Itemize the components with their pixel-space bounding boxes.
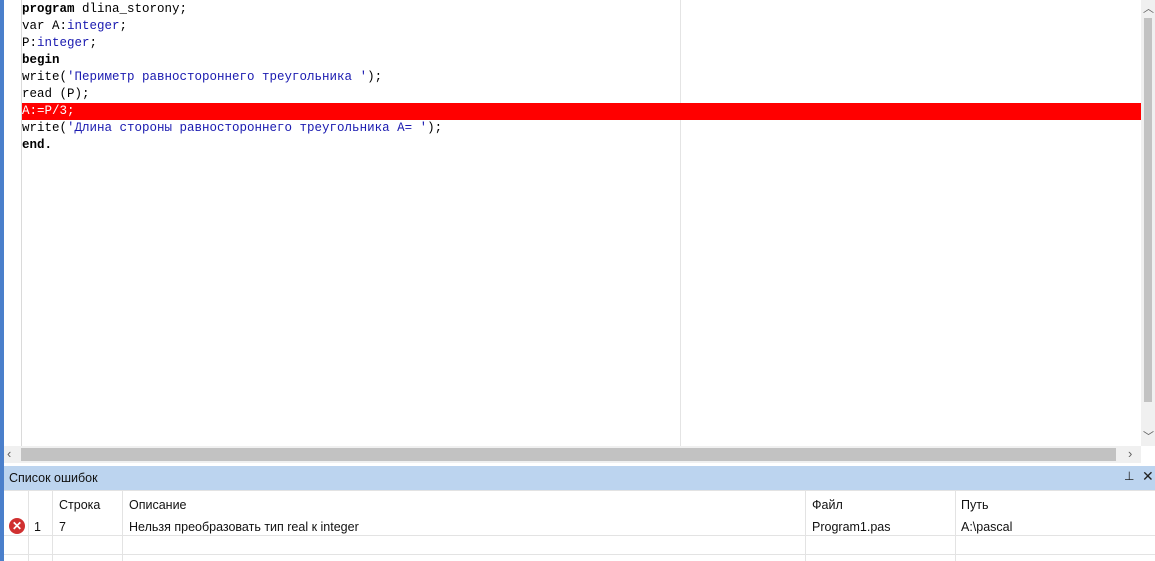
- code-token: ;: [89, 36, 98, 50]
- code-token: A:=P/3;: [22, 104, 75, 118]
- scroll-left-icon[interactable]: ‹: [7, 447, 11, 460]
- code-line[interactable]: var A:integer;: [22, 18, 1144, 35]
- error-path: A:\pascal: [961, 520, 1013, 534]
- code-line[interactable]: end.: [22, 137, 1144, 154]
- error-list-header: Список ошибок ⊥ ✕: [4, 466, 1155, 490]
- code-token: dlina_storony;: [74, 2, 188, 16]
- code-token: program: [22, 2, 75, 16]
- code-line[interactable]: write('Периметр равностороннего треуголь…: [22, 69, 1144, 86]
- column-header-file[interactable]: Файл: [812, 497, 843, 513]
- code-editor[interactable]: program dlina_storony; var A:integer; P:in…: [4, 0, 1155, 464]
- column-header-path[interactable]: Путь: [961, 497, 988, 513]
- error-number: 1: [34, 520, 41, 534]
- close-icon[interactable]: ✕: [1142, 468, 1154, 485]
- error-icon: ✕: [9, 518, 25, 534]
- code-token: );: [427, 121, 443, 135]
- scroll-down-icon[interactable]: ﹀: [1143, 431, 1154, 443]
- error-list-title: Список ошибок: [9, 471, 98, 485]
- pin-icon[interactable]: ⊥: [1124, 469, 1134, 483]
- code-token: 'Длина стороны равностороннего треугольн…: [67, 121, 428, 135]
- code-token: integer: [67, 19, 120, 33]
- vertical-scroll-thumb[interactable]: [1144, 18, 1152, 402]
- code-token: begin: [22, 53, 60, 67]
- code-token: P:: [22, 36, 38, 50]
- error-line: 7: [59, 520, 66, 534]
- scroll-up-icon[interactable]: ︿: [1143, 3, 1154, 15]
- code-token: 'Периметр равностороннего треугольника ': [67, 70, 368, 84]
- code-token: write(: [22, 121, 68, 135]
- code-token: end.: [22, 138, 53, 152]
- horizontal-scroll-thumb[interactable]: [21, 448, 1116, 461]
- error-list-table: Строка Описание Файл Путь ✕ 1 7 Нельзя п…: [4, 490, 1155, 561]
- scroll-right-icon[interactable]: ›: [1128, 447, 1132, 460]
- code-token: read (P);: [22, 87, 90, 101]
- error-description: Нельзя преобразовать тип real к integer: [129, 520, 359, 534]
- horizontal-scrollbar[interactable]: ‹ ›: [4, 446, 1141, 463]
- code-token: write(: [22, 70, 68, 84]
- code-token: ;: [119, 19, 128, 33]
- editor-gutter: [4, 0, 22, 446]
- code-line[interactable]: write('Длина стороны равностороннего тре…: [22, 120, 1144, 137]
- code-token: integer: [37, 36, 90, 50]
- code-line[interactable]: read (P);: [22, 86, 1144, 103]
- code-token: var A:: [22, 19, 68, 33]
- code-line[interactable]: begin: [22, 52, 1144, 69]
- error-file: Program1.pas: [812, 520, 891, 534]
- code-line-error[interactable]: A:=P/3;: [22, 103, 1144, 120]
- column-header-description[interactable]: Описание: [129, 497, 187, 513]
- column-header-line[interactable]: Строка: [59, 497, 100, 513]
- vertical-scrollbar[interactable]: ︿ ﹀: [1141, 0, 1155, 446]
- code-line[interactable]: program dlina_storony;: [22, 1, 1144, 18]
- code-area[interactable]: program dlina_storony; var A:integer; P:in…: [22, 0, 1144, 446]
- code-line[interactable]: P:integer;: [22, 35, 1144, 52]
- code-token: );: [367, 70, 383, 84]
